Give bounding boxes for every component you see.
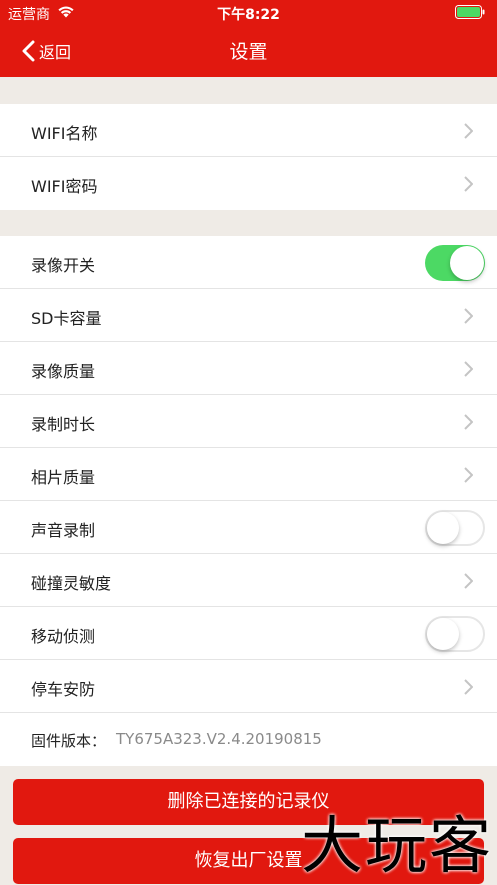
settings-row-parking-guard[interactable]: 停车安防 (0, 660, 497, 713)
settings-row-record-switch: 录像开关 (0, 236, 497, 289)
chevron-right-icon (464, 176, 473, 192)
settings-row-audio-record: 声音录制 (0, 501, 497, 554)
chevron-right-icon (464, 123, 473, 139)
chevron-right-icon (464, 573, 473, 589)
row-label: 录制时长 (31, 415, 96, 434)
settings-row-collision-sensitivity[interactable]: 碰撞灵敏度 (0, 554, 497, 607)
chevron-right-icon (464, 467, 473, 483)
row-label: 停车安防 (31, 680, 96, 699)
settings-row-firmware: 固件版本： TY675A323.V2.4.20190815 (0, 713, 497, 766)
settings-row-motion-detect: 移动侦测 (0, 607, 497, 660)
page-title: 设置 (229, 41, 268, 63)
audio-toggle[interactable] (425, 510, 485, 546)
toggle-knob (427, 512, 459, 544)
settings-row-wifi-name[interactable]: WIFI名称 (0, 104, 497, 157)
status-bar: 运营商 下午8:22 (0, 0, 497, 24)
row-label: WIFI名称 (31, 124, 98, 143)
nav-bar: 返回 设置 (0, 24, 497, 77)
toggle-knob (450, 246, 484, 280)
settings-row-sd-capacity[interactable]: SD卡容量 (0, 289, 497, 342)
top-bar: 运营商 下午8:22 返回 设置 (0, 0, 497, 77)
chevron-right-icon (464, 308, 473, 324)
row-label: 碰撞灵敏度 (31, 574, 112, 593)
row-label: 录像开关 (31, 256, 96, 275)
chevron-right-icon (464, 361, 473, 377)
battery-icon (455, 5, 485, 19)
chevron-right-icon (464, 414, 473, 430)
motion-toggle[interactable] (425, 616, 485, 652)
firmware-version: TY675A323.V2.4.20190815 (116, 730, 322, 748)
settings-row-wifi-password[interactable]: WIFI密码 (0, 157, 497, 210)
row-label: 相片质量 (31, 468, 96, 487)
row-label: 声音录制 (31, 521, 96, 540)
settings-row-photo-quality[interactable]: 相片质量 (0, 448, 497, 501)
settings-row-record-duration[interactable]: 录制时长 (0, 395, 497, 448)
record-toggle[interactable] (425, 245, 485, 281)
firmware-label: 固件版本： (31, 732, 107, 750)
wifi-settings-group: WIFI名称 WIFI密码 (0, 104, 497, 210)
row-label: 移动侦测 (31, 627, 96, 646)
row-label: SD卡容量 (31, 309, 102, 328)
chevron-right-icon (464, 679, 473, 695)
status-time: 下午8:22 (217, 7, 280, 23)
watermark-text: 大玩客 (300, 809, 493, 882)
settings-row-video-quality[interactable]: 录像质量 (0, 342, 497, 395)
toggle-knob (427, 618, 459, 650)
recording-settings-group: 录像开关 SD卡容量 录像质量 录制时长 相片质量 声音录制 碰撞灵敏度 移动侦… (0, 236, 497, 766)
row-label: 录像质量 (31, 362, 96, 381)
row-label: WIFI密码 (31, 177, 98, 196)
